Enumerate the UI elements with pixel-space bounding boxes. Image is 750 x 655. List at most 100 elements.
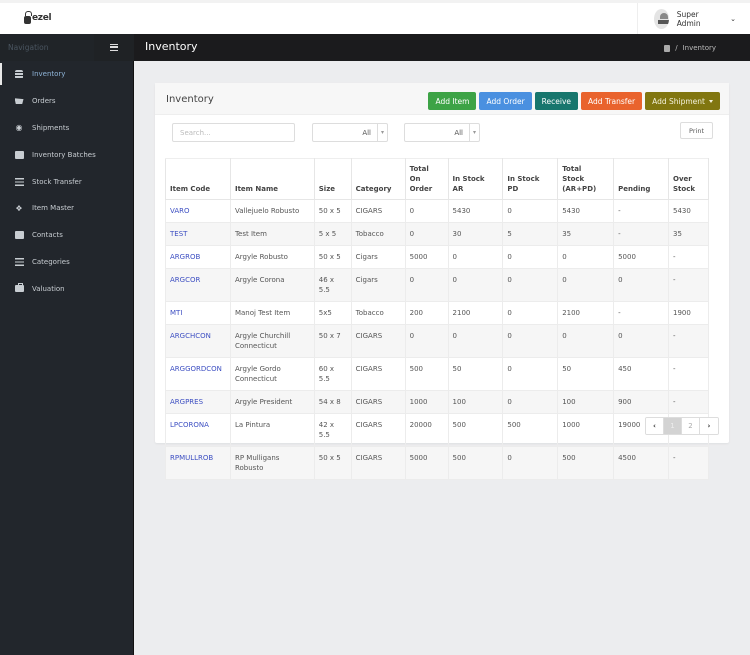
filter-select-2[interactable]: All ▾ (404, 123, 480, 142)
cell-category: Cigars (350, 245, 406, 269)
cell-size: 60 x 5.5 (313, 357, 352, 391)
item-code-link[interactable]: ARGPRES (170, 398, 203, 406)
cell-item-name: Manoj Test Item (229, 301, 315, 325)
filter-select-2-value: All (454, 129, 463, 137)
cell-total-stock: 50 (557, 357, 615, 391)
column-header-item-name[interactable]: Item Name (229, 158, 315, 200)
item-code-link[interactable]: RPMULLROB (170, 454, 213, 462)
cell-size: 5x5 (313, 301, 352, 325)
add-item-button[interactable]: Add Item (428, 92, 477, 110)
cell-category: Cigars (350, 268, 406, 302)
caret-down-icon (709, 99, 713, 103)
sidebar-item-label: Stock Transfer (32, 177, 82, 186)
table-row[interactable]: TEST Test Item 5 x 5 Tobacco 0 30 5 35-35 (165, 222, 709, 246)
breadcrumb: / Inventory (664, 44, 716, 52)
item-code-link[interactable]: LPCORONA (170, 421, 209, 429)
search-input[interactable] (172, 123, 295, 142)
sidebar-item-valuation[interactable]: Valuation (0, 275, 133, 302)
sidebar-item-orders[interactable]: Orders (0, 88, 133, 115)
caret-down-icon: ▾ (377, 124, 387, 141)
cell-pending: - (613, 222, 669, 246)
sidebar-item-shipments[interactable]: ◉ Shipments (0, 115, 133, 142)
column-header-pending[interactable]: Pending (613, 158, 669, 200)
cell-item-name: Argyle Corona (229, 268, 315, 302)
filter-select-1[interactable]: All ▾ (312, 123, 388, 142)
item-code-link[interactable]: ARGCHCON (170, 332, 211, 340)
cell-total-stock: 0 (557, 245, 615, 269)
cell-in-stock-pd: 0 (502, 245, 559, 269)
cell-in-stock-ar: 30 (447, 222, 504, 246)
cell-category: Tobacco (350, 222, 406, 246)
add-transfer-button[interactable]: Add Transfer (581, 92, 643, 110)
sidebar-item-inventory-batches[interactable]: Inventory Batches (0, 141, 133, 168)
sidebar-item-item-master[interactable]: ❖ Item Master (0, 195, 133, 222)
column-header-text: Total (562, 165, 582, 173)
logo[interactable]: ezel (24, 11, 52, 24)
cell-size: 54 x 8 (313, 390, 352, 414)
column-header-item-code[interactable]: Item Code (165, 158, 231, 200)
sidebar-item-inventory[interactable]: Inventory (0, 61, 133, 88)
table-row[interactable]: ARGGORDCON Argyle Gordo Connecticut 60 x 5… (165, 357, 709, 391)
cell-size: 50 x 5 (313, 446, 352, 480)
column-header-text: In Stock (452, 175, 485, 183)
panel-title: Inventory (166, 94, 214, 105)
item-code-link[interactable]: MTI (170, 309, 182, 317)
database-icon[interactable] (664, 44, 671, 52)
item-code-link[interactable]: ARGCOR (170, 276, 200, 284)
add-order-button[interactable]: Add Order (479, 92, 532, 110)
pagination-prev-button[interactable]: ‹ (646, 418, 664, 434)
sidebar-item-label: Valuation (32, 284, 65, 293)
table-row[interactable]: ARGCHCON Argyle Churchill Connecticut 50 x… (165, 324, 709, 358)
column-header-in-stock-ar[interactable]: In Stock AR (447, 158, 504, 200)
table-row[interactable]: MTI Manoj Test Item 5x5 Tobacco 200 2100 0 2100… (165, 301, 709, 325)
avatar (654, 8, 669, 29)
table-row[interactable]: LPCORONA La Pintura 42 x 5.5 CIGARS 20000 500… (165, 413, 709, 447)
cell-item-code: VARO (165, 199, 231, 223)
menu-toggle-button[interactable] (94, 34, 134, 61)
user-menu[interactable]: Super Admin ⌄ (637, 3, 750, 34)
cell-category: CIGARS (350, 199, 406, 223)
column-header-in-stock-pd[interactable]: In Stock PD (502, 158, 559, 200)
table-row[interactable]: ARGCOR Argyle Corona 46 x 5.5 Cigars 0 0 0 0 0- (165, 268, 709, 302)
cell-in-stock-pd: 500 (502, 413, 559, 447)
print-button[interactable]: Print (680, 122, 713, 139)
table-row[interactable]: VARO Vallejuelo Robusto 50 x 5 CIGARS 0 5430 0… (165, 199, 709, 223)
item-code-link[interactable]: TEST (170, 230, 187, 238)
column-header-text: Over (673, 175, 692, 183)
table-row[interactable]: ARGPRES Argyle President 54 x 8 CIGARS 1000 1… (165, 390, 709, 414)
sidebar-item-stock-transfer[interactable]: Stock Transfer (0, 168, 133, 195)
add-shipment-dropdown[interactable]: Add Shipment (645, 92, 720, 110)
list-icon (14, 257, 24, 266)
item-code-link[interactable]: ARGGORDCON (170, 365, 222, 373)
cell-total-stock: 2100 (557, 301, 615, 325)
cell-over-stock: - (668, 446, 709, 480)
cell-category: CIGARS (350, 390, 406, 414)
table-row[interactable]: RPMULLROB RP Mulligans Robusto 50 x 5 CIGAR… (165, 446, 709, 480)
inventory-table: Item Code Item Name Size Category Total On Ord… (165, 158, 709, 480)
briefcase-icon (14, 283, 24, 293)
sidebar-item-contacts[interactable]: Contacts (0, 222, 133, 249)
pagination-next-button[interactable]: › (700, 418, 718, 434)
receive-button[interactable]: Receive (534, 92, 579, 110)
column-header-size[interactable]: Size (313, 158, 352, 200)
pagination-page-2[interactable]: 2 (682, 418, 700, 434)
sidebar-item-label: Contacts (32, 231, 63, 240)
cell-item-name: Test Item (229, 222, 315, 246)
column-header-over-stock[interactable]: Over Stock (668, 158, 709, 200)
sidebar-item-label: Categories (32, 257, 70, 266)
column-header-text: Item Name (234, 185, 279, 193)
column-header-total-stock[interactable]: Total Stock (AR+PD) (557, 158, 615, 200)
pagination-page-1[interactable]: 1 (664, 418, 682, 434)
column-header-category[interactable]: Category (350, 158, 406, 200)
item-code-link[interactable]: VARO (170, 207, 190, 215)
column-header-total-on-order[interactable]: Total On Order (404, 158, 449, 200)
cell-item-name: Vallejuelo Robusto (229, 199, 315, 223)
cell-pending: - (613, 199, 669, 223)
item-code-link[interactable]: ARGROB (170, 253, 200, 261)
cell-pending: - (613, 301, 669, 325)
cell-over-stock: - (668, 268, 709, 302)
table-row[interactable]: ARGROB Argyle Robusto 50 x 5 Cigars 5000 0 0 0 5… (165, 245, 709, 269)
sidebar-item-categories[interactable]: Categories (0, 249, 133, 276)
cell-category: CIGARS (350, 357, 406, 391)
page-title: Inventory (145, 40, 198, 53)
